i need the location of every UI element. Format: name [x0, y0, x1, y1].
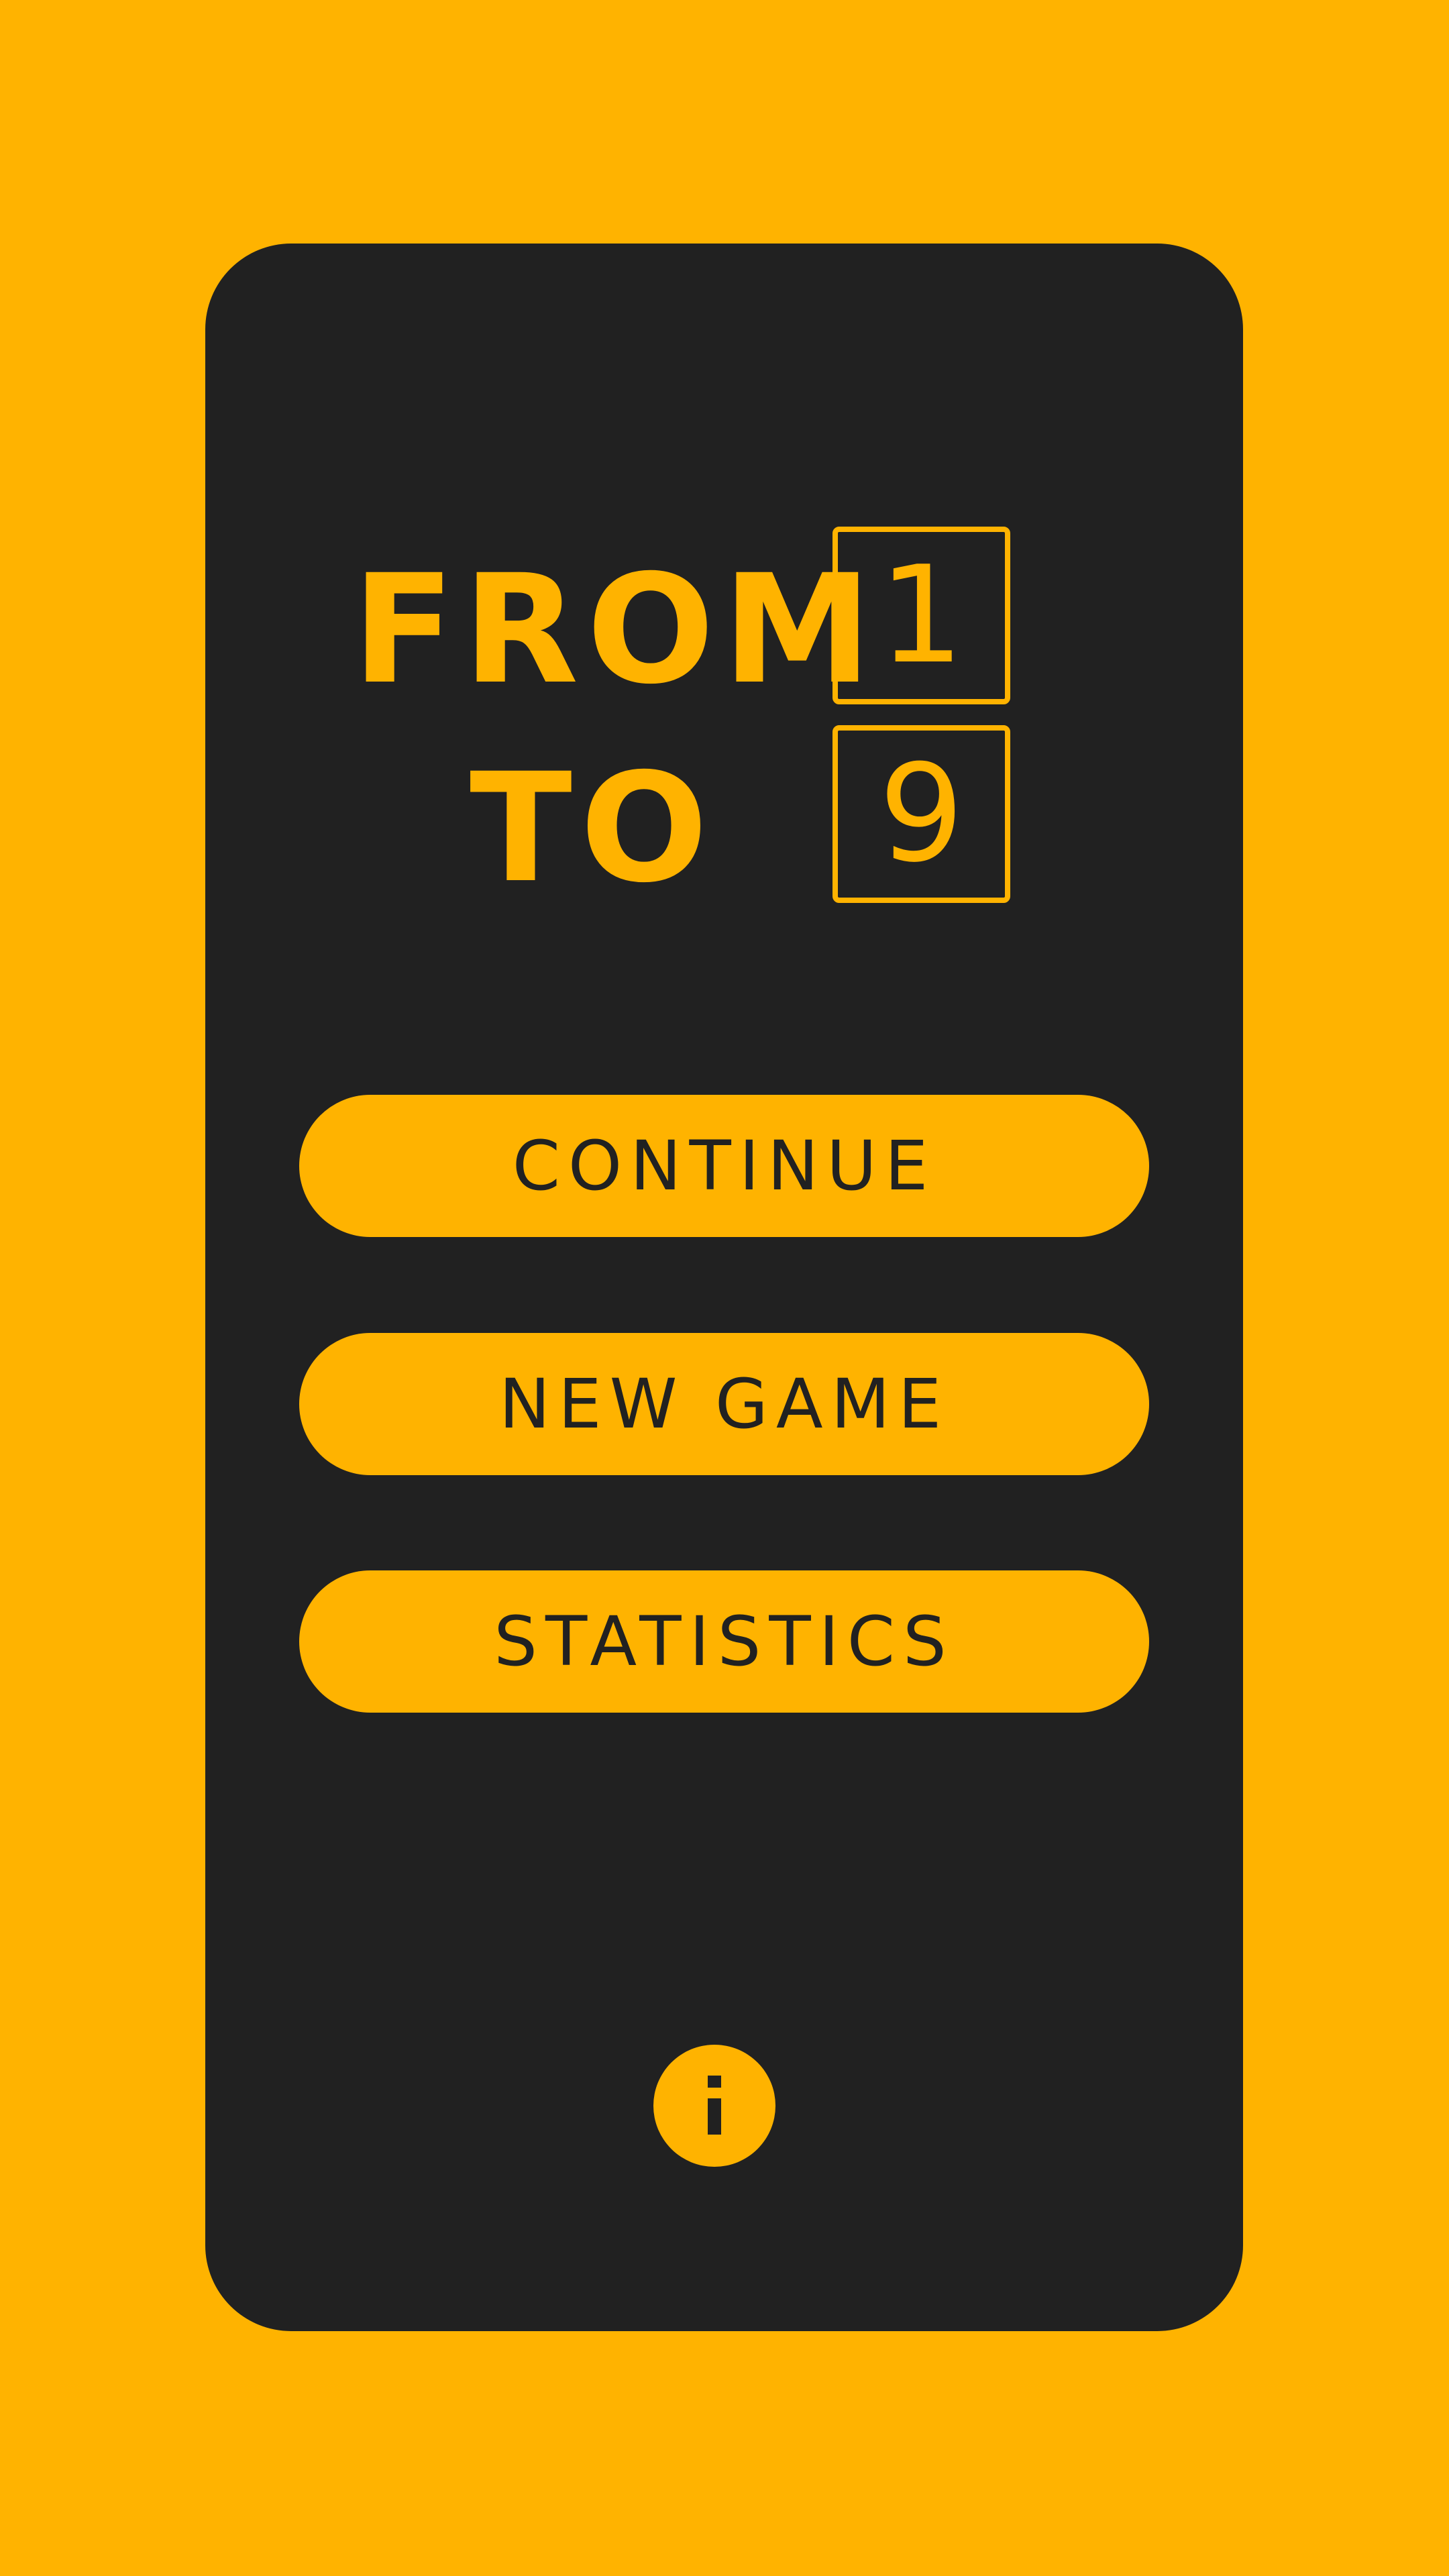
new-game-button-label: NEW GAME	[498, 1364, 950, 1444]
statistics-button-label: STATISTICS	[494, 1601, 955, 1682]
title-from: FROM	[352, 542, 880, 717]
title-digit-first: 1	[878, 537, 965, 694]
title-digit-last: 9	[878, 735, 965, 892]
info-button[interactable]	[653, 2045, 775, 2167]
info-icon-stem	[708, 2098, 721, 2135]
title-to: TO	[470, 741, 716, 916]
new-game-button[interactable]: NEW GAME	[299, 1333, 1149, 1475]
continue-button-label: CONTINUE	[512, 1126, 936, 1206]
info-icon-dot	[708, 2076, 721, 2088]
statistics-button[interactable]: STATISTICS	[299, 1570, 1149, 1713]
continue-button[interactable]: CONTINUE	[299, 1095, 1149, 1237]
title-digit-box-first: 1	[833, 527, 1010, 704]
menu-card: FROM TO 1 9 CONTINUE NEW GAME STATISTICS	[205, 244, 1243, 2331]
title-digit-box-last: 9	[833, 725, 1010, 903]
